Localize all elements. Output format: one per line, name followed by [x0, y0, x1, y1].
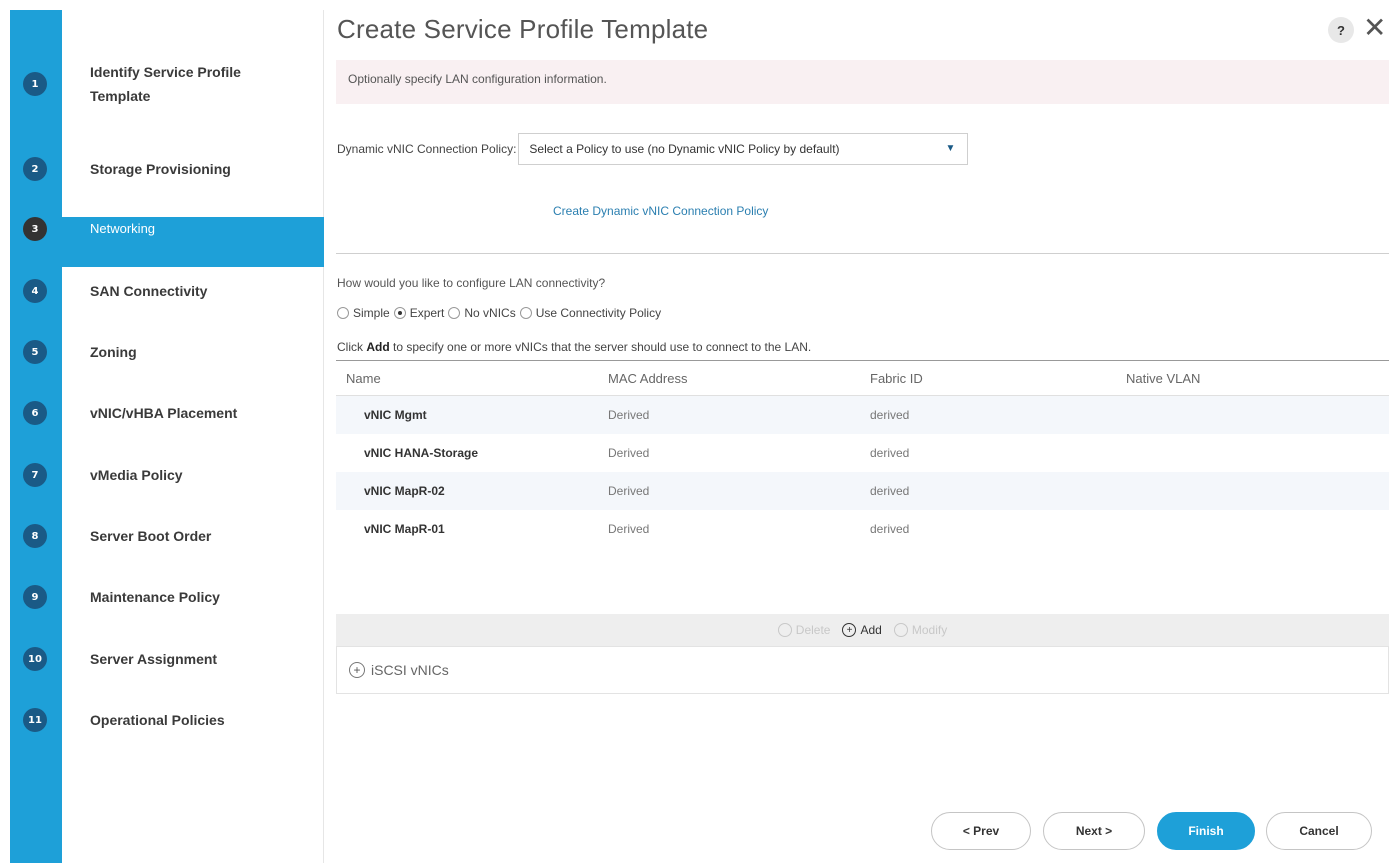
- policy-label: Dynamic vNIC Connection Policy:: [337, 142, 517, 156]
- radio-use-connectivity-policy[interactable]: Use Connectivity Policy: [519, 306, 662, 320]
- add-instructions: Click Add to specify one or more vNICs t…: [337, 340, 811, 354]
- lan-connectivity-question: How would you like to configure LAN conn…: [337, 276, 606, 290]
- vnic-name: vNIC MapR-01: [364, 522, 445, 536]
- close-icon[interactable]: ✕: [1363, 14, 1386, 42]
- lan-mode-radio-group: Simple Expert No vNICs Use Connectivity …: [337, 306, 665, 320]
- radio-no-vnics[interactable]: No vNICs: [448, 306, 516, 320]
- modify-button[interactable]: Modify: [893, 623, 948, 637]
- edit-icon: [893, 623, 908, 637]
- dynamic-vnic-policy-select[interactable]: Select a Policy to use (no Dynamic vNIC …: [518, 133, 969, 165]
- add-button[interactable]: + Add: [842, 623, 882, 637]
- table-header: Name MAC Address Fabric ID Native VLAN: [336, 360, 1389, 396]
- wizard-side-rail: [10, 10, 62, 863]
- step-label: Networking: [90, 221, 156, 236]
- step-label: Identify Service Profile Template: [90, 60, 241, 108]
- column-header-native-vlan[interactable]: Native VLAN: [1126, 371, 1200, 386]
- step-label: Storage Provisioning: [90, 161, 231, 177]
- trash-icon: [777, 623, 792, 637]
- step-label: Maintenance Policy: [90, 589, 220, 605]
- prev-button[interactable]: < Prev: [931, 812, 1031, 850]
- table-row[interactable]: vNIC HANA-Storage Derived derived: [336, 434, 1389, 472]
- step-number: 9: [23, 585, 47, 609]
- step-label-line1: Identify Service Profile: [90, 64, 241, 80]
- vnic-table: Name MAC Address Fabric ID Native VLAN v…: [336, 360, 1389, 548]
- finish-button[interactable]: Finish: [1157, 812, 1255, 850]
- modify-label: Modify: [911, 623, 948, 637]
- step-number: 11: [23, 708, 47, 732]
- column-header-fabric[interactable]: Fabric ID: [870, 371, 923, 386]
- step-number: 3: [23, 217, 47, 241]
- wizard-title: Create Service Profile Template: [337, 14, 709, 44]
- step-label: vMedia Policy: [90, 467, 183, 483]
- instruction-bold: Add: [366, 340, 390, 354]
- cancel-button[interactable]: Cancel: [1266, 812, 1372, 850]
- step-number: 8: [23, 524, 47, 548]
- step-label: SAN Connectivity: [90, 283, 208, 299]
- delete-label: Delete: [795, 623, 831, 637]
- radio-circle[interactable]: [337, 307, 349, 319]
- info-banner: Optionally specify LAN configuration inf…: [336, 60, 1389, 104]
- instruction-suffix: to specify one or more vNICs that the se…: [389, 340, 812, 354]
- step-number: 4: [23, 279, 47, 303]
- instruction-prefix: Click: [337, 340, 367, 354]
- vnic-name: vNIC Mgmt: [364, 408, 427, 422]
- step-number: 1: [23, 72, 47, 96]
- step-label-line2: Template: [90, 88, 151, 104]
- radio-label: No vNICs: [464, 306, 516, 320]
- step-label: Zoning: [90, 344, 137, 360]
- step-label: Operational Policies: [90, 712, 225, 728]
- vnic-fabric: derived: [870, 446, 910, 460]
- column-header-name[interactable]: Name: [346, 371, 381, 386]
- iscsi-label: iSCSI vNICs: [371, 662, 449, 678]
- step-number: 10: [23, 647, 47, 671]
- radio-circle[interactable]: [448, 307, 461, 319]
- step-number: 5: [23, 340, 47, 364]
- step-label: Server Assignment: [90, 651, 218, 667]
- vnic-fabric: derived: [870, 522, 910, 536]
- plus-circle-icon: +: [842, 623, 857, 637]
- vnic-mac: Derived: [608, 484, 650, 498]
- policy-select-value: Select a Policy to use (no Dynamic vNIC …: [529, 142, 840, 156]
- vnic-mac: Derived: [608, 446, 650, 460]
- radio-circle[interactable]: [519, 307, 532, 319]
- vnic-fabric: derived: [870, 484, 910, 498]
- vnic-name: vNIC MapR-02: [364, 484, 445, 498]
- radio-circle[interactable]: [393, 307, 406, 319]
- vnic-fabric: derived: [870, 408, 910, 422]
- caret-down-icon: ▼: [945, 143, 956, 154]
- vnic-mac: Derived: [608, 408, 650, 422]
- vnic-name: vNIC HANA-Storage: [364, 446, 479, 460]
- table-action-bar: Delete + Add Modify: [336, 614, 1389, 646]
- column-header-mac[interactable]: MAC Address: [608, 371, 687, 386]
- add-label: Add: [860, 623, 882, 637]
- radio-expert[interactable]: Expert: [393, 306, 445, 320]
- iscsi-vnics-expander[interactable]: + iSCSI vNICs: [336, 646, 1389, 694]
- step-label: vNIC/vHBA Placement: [90, 405, 238, 421]
- table-row[interactable]: vNIC MapR-02 Derived derived: [336, 472, 1389, 510]
- step-number: 7: [23, 463, 47, 487]
- table-row[interactable]: vNIC MapR-01 Derived derived: [336, 510, 1389, 548]
- step-number: 2: [23, 157, 47, 181]
- radio-simple[interactable]: Simple: [337, 306, 390, 320]
- help-icon[interactable]: ?: [1328, 17, 1354, 43]
- next-button[interactable]: Next >: [1043, 812, 1145, 850]
- table-body: vNIC Mgmt Derived derived vNIC HANA-Stor…: [336, 396, 1389, 548]
- divider: [336, 253, 1389, 254]
- delete-button[interactable]: Delete: [777, 623, 831, 637]
- step-label: Server Boot Order: [90, 528, 212, 544]
- radio-label: Simple: [353, 306, 390, 320]
- radio-label: Use Connectivity Policy: [535, 306, 662, 320]
- vnic-mac: Derived: [608, 522, 650, 536]
- table-row[interactable]: vNIC Mgmt Derived derived: [336, 396, 1389, 434]
- plus-circle-icon: +: [349, 662, 365, 678]
- create-dynamic-vnic-policy-link[interactable]: Create Dynamic vNIC Connection Policy: [553, 204, 768, 218]
- radio-label: Expert: [409, 306, 445, 320]
- steps-panel: [62, 10, 324, 863]
- dynamic-vnic-policy-row: Dynamic vNIC Connection Policy: Select a…: [337, 133, 969, 165]
- step-number: 6: [23, 401, 47, 425]
